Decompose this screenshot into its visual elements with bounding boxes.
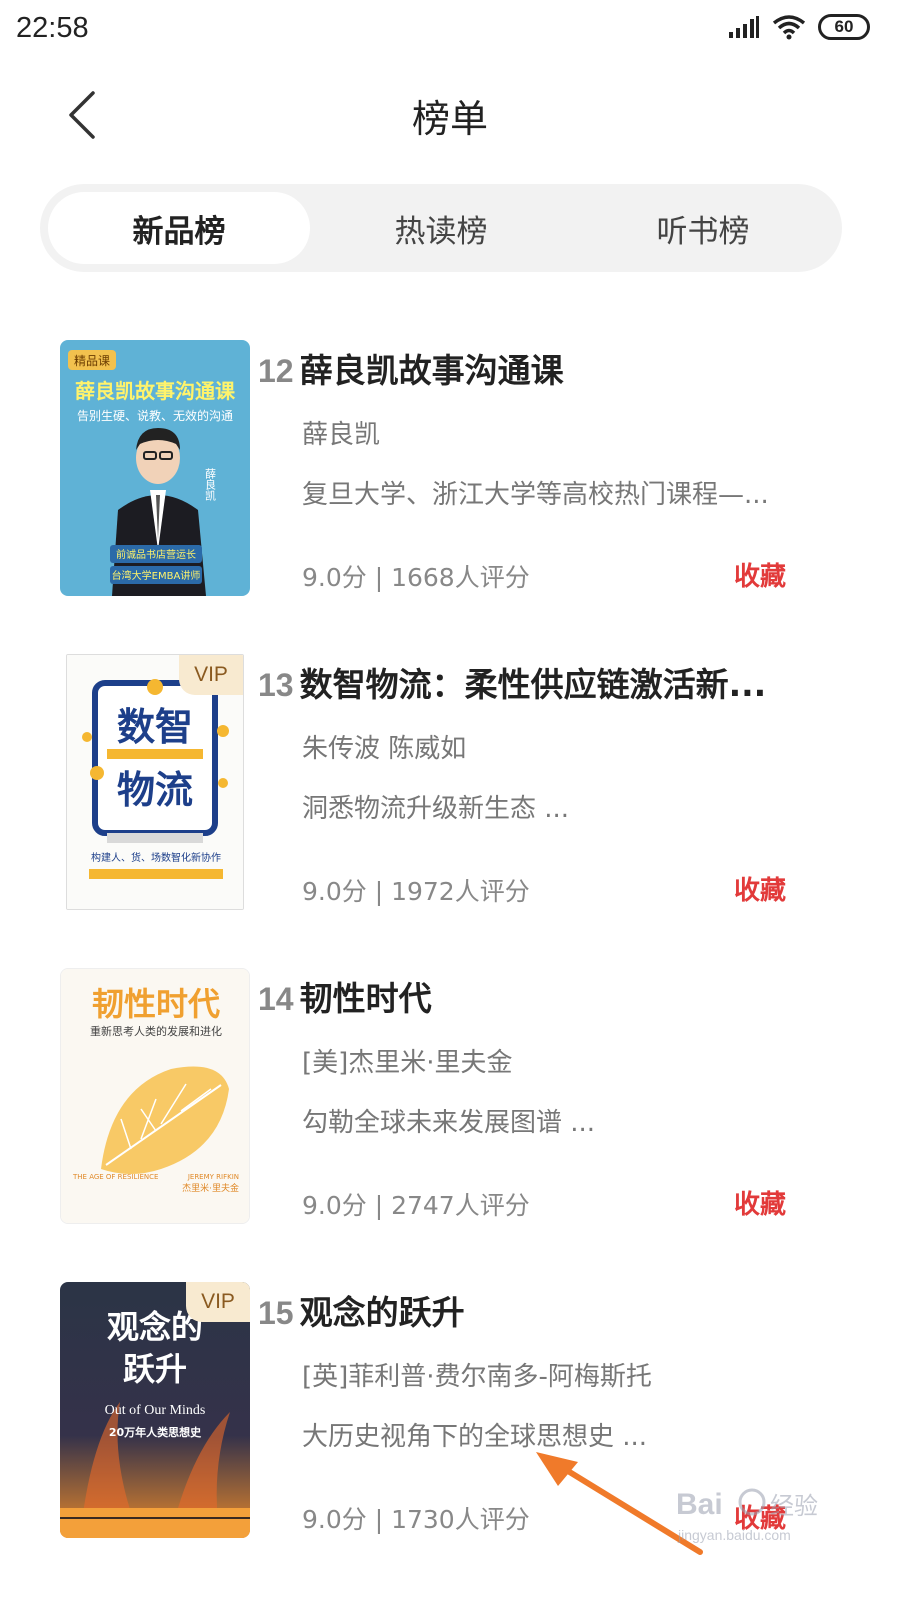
cover-title: 物流 xyxy=(117,768,193,812)
wifi-icon xyxy=(772,15,806,40)
signal-icon xyxy=(729,16,759,38)
cover-subtitle: 告别生硬、说教、无效的沟通 xyxy=(77,408,233,423)
cover-caption: 前诚品书店营运长 xyxy=(116,548,196,561)
book-cover[interactable]: 精品课 薛良凯故事沟通课 告别生硬、说教、无效的沟通 薛良凯 前诚品书店营运长 … xyxy=(60,340,250,596)
tab-new-books[interactable]: 新品榜 xyxy=(48,192,310,264)
collect-button[interactable]: 收藏 xyxy=(734,870,786,907)
list-item[interactable]: 精品课 薛良凯故事沟通课 告别生硬、说教、无效的沟通 薛良凯 前诚品书店营运长 … xyxy=(0,340,900,600)
book-info: 14 韧性时代 [美]杰里米·里夫金 勾勒全球未来发展图谱 ... 9.0分 |… xyxy=(258,968,818,1224)
book-author: [美]杰里米·里夫金 xyxy=(302,1048,513,1078)
watermark-url: jingyan.baidu.com xyxy=(677,1527,791,1543)
book-rating: 9.0分 | 1668人评分 xyxy=(302,563,530,592)
book-author: 薛良凯 xyxy=(302,420,381,450)
cover-title: 薛良凯故事沟通课 xyxy=(75,379,236,403)
cover-subtitle: 构建人、货、场数智化新协作 xyxy=(91,851,221,864)
page-title: 榜单 xyxy=(411,97,488,141)
book-cover[interactable]: 韧性时代 重新思考人类的发展和进化 THE AGE OF RESILIENCE … xyxy=(60,968,250,1224)
battery-indicator: 60 xyxy=(818,14,870,40)
status-time: 22:58 xyxy=(16,12,89,44)
tab-bar: 新品榜 热读榜 听书榜 xyxy=(40,184,842,272)
cover-side-text: 薛良凯 xyxy=(204,468,217,501)
book-title[interactable]: 观念的跃升 xyxy=(300,1286,465,1334)
tab-audiobooks[interactable]: 听书榜 xyxy=(572,192,834,264)
book-title[interactable]: 薛良凯故事沟通课 xyxy=(300,344,564,392)
collect-button[interactable]: 收藏 xyxy=(734,1184,786,1221)
book-title[interactable]: 韧性时代 xyxy=(300,972,432,1020)
book-rating: 9.0分 | 1972人评分 xyxy=(302,877,530,906)
book-title[interactable]: 数智物流：柔性供应链激活新... xyxy=(300,658,767,706)
cover-en-title: Out of Our Minds xyxy=(105,1403,206,1418)
book-rating: 9.0分 | 1730人评分 xyxy=(302,1505,530,1534)
title-row: 15 观念的跃升 xyxy=(258,1286,818,1334)
book-description: 勾勒全球未来发展图谱 ... xyxy=(302,1108,596,1138)
rank-number: 13 xyxy=(258,667,294,703)
list-item[interactable]: 韧性时代 重新思考人类的发展和进化 THE AGE OF RESILIENCE … xyxy=(0,968,900,1228)
tab-hot-reads[interactable]: 热读榜 xyxy=(310,192,572,264)
rank-number: 12 xyxy=(258,353,294,389)
watermark-brand2: 经验 xyxy=(770,1492,818,1520)
vip-badge: VIP xyxy=(179,655,243,695)
cover-title: 数智 xyxy=(117,705,193,749)
title-row: 12 薛良凯故事沟通课 xyxy=(258,344,818,392)
book-info: 12 薛良凯故事沟通课 薛良凯 复旦大学、浙江大学等高校热门课程—... 9.0… xyxy=(258,340,818,596)
vip-badge: VIP xyxy=(186,1282,250,1322)
book-cover[interactable]: 观念的 跃升 Out of Our Minds 20万年人类思想史 VIP xyxy=(60,1282,250,1538)
cover-cn-author: 杰里米·里夫金 xyxy=(182,1182,239,1194)
status-bar: 22:58 60 xyxy=(0,0,900,62)
cover-en-author: JEREMY RIFKIN xyxy=(187,1173,239,1181)
cover-title: 跃升 xyxy=(123,1350,187,1388)
title-row: 13 数智物流：柔性供应链激活新... xyxy=(258,658,818,706)
book-description: 洞悉物流升级新生态 ... xyxy=(302,794,570,824)
cover-caption: 台湾大学EMBA讲师 xyxy=(112,569,201,582)
rank-number: 14 xyxy=(258,981,294,1017)
title-row: 14 韧性时代 xyxy=(258,972,818,1020)
watermark-brand: Bai xyxy=(676,1488,723,1521)
status-icons: 60 xyxy=(728,14,870,40)
book-rating: 9.0分 | 2747人评分 xyxy=(302,1191,530,1220)
cover-tag: 精品课 xyxy=(74,354,110,368)
baidu-watermark: Bai 经验 jingyan.baidu.com xyxy=(672,1478,842,1548)
cover-subtitle: 重新思考人类的发展和进化 xyxy=(90,1024,222,1038)
header: 榜单 xyxy=(0,70,900,160)
collect-button[interactable]: 收藏 xyxy=(734,556,786,593)
cover-title: 韧性时代 xyxy=(92,985,220,1023)
cover-subtitle: 20万年人类思想史 xyxy=(109,1425,202,1439)
book-info: 13 数智物流：柔性供应链激活新... 朱传波 陈威如 洞悉物流升级新生态 ..… xyxy=(258,654,818,910)
rank-number: 15 xyxy=(258,1295,294,1331)
cover-en-title: THE AGE OF RESILIENCE xyxy=(72,1173,158,1181)
list-item[interactable]: 数智 物流 构建人、货、场数智化新协作 VIP 13 数智物流：柔性供应链激活新… xyxy=(0,654,900,914)
book-description: 复旦大学、浙江大学等高校热门课程—... xyxy=(302,480,769,510)
book-cover[interactable]: 数智 物流 构建人、货、场数智化新协作 VIP xyxy=(66,654,244,910)
book-author: [英]菲利普·费尔南多-阿梅斯托 xyxy=(302,1362,652,1392)
book-author: 朱传波 陈威如 xyxy=(302,734,467,764)
